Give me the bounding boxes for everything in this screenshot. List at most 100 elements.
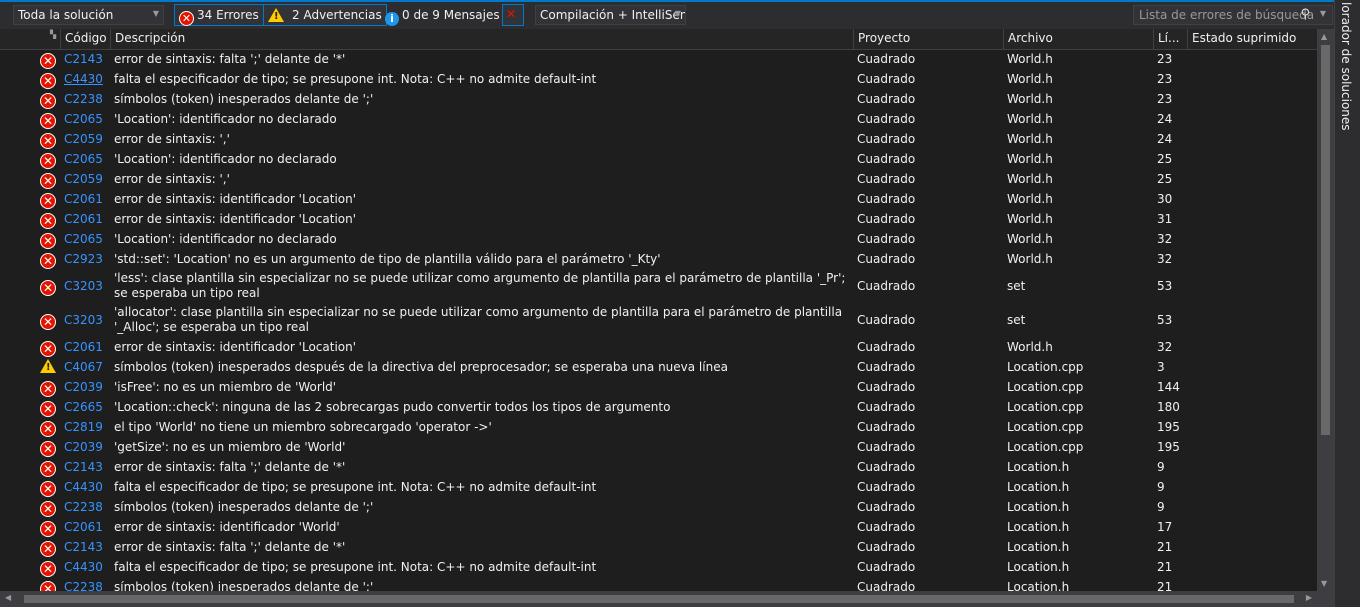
code-cell-text[interactable]: C2039 xyxy=(64,440,103,454)
horizontal-scroll-thumb[interactable] xyxy=(24,595,1294,603)
code-cell[interactable]: C2065 xyxy=(60,149,110,169)
errors-filter-button[interactable]: ✕ 34 Errores xyxy=(174,4,264,26)
table-row[interactable]: ✕ C3203 'less': clase plantilla sin especi… xyxy=(0,269,1317,303)
table-row[interactable]: ✕ C2143 error de sintaxis: falta ';' delan… xyxy=(0,457,1317,477)
code-cell[interactable]: C3203 xyxy=(60,269,110,303)
code-cell-text[interactable]: C2238 xyxy=(64,580,103,591)
table-row[interactable]: ✕ C2059 error de sintaxis: ',' Cuadrado Worl… xyxy=(0,169,1317,189)
warnings-filter-button[interactable]: 2 Advertencias xyxy=(263,4,387,26)
code-cell[interactable]: C2665 xyxy=(60,397,110,417)
code-cell-text[interactable]: C4430 xyxy=(64,72,103,86)
table-row[interactable]: ✕ C2039 'isFree': no es un miembro de 'Wor… xyxy=(0,377,1317,397)
solution-explorer-tab[interactable]: lorador de soluciones xyxy=(1334,0,1360,607)
code-cell-text[interactable]: C2238 xyxy=(64,500,103,514)
code-cell-text[interactable]: C2065 xyxy=(64,112,103,126)
code-cell[interactable]: C4067 xyxy=(60,357,110,377)
code-cell[interactable]: C2238 xyxy=(60,577,110,591)
code-cell[interactable]: C2039 xyxy=(60,377,110,397)
vertical-scroll-thumb[interactable] xyxy=(1321,45,1330,435)
code-cell-text[interactable]: C4067 xyxy=(64,360,103,374)
code-cell[interactable]: C4430 xyxy=(60,477,110,497)
scope-dropdown[interactable]: Toda la solución ▼ xyxy=(13,5,164,25)
code-cell-text[interactable]: C2065 xyxy=(64,232,103,246)
code-cell-text[interactable]: C2065 xyxy=(64,152,103,166)
code-cell-text[interactable]: C2061 xyxy=(64,212,103,226)
code-cell-text[interactable]: C4430 xyxy=(64,560,103,574)
code-cell-text[interactable]: C2238 xyxy=(64,92,103,106)
code-cell[interactable]: C3203 xyxy=(60,303,110,337)
build-filter-dropdown[interactable]: Compilación + IntelliSen ▼ xyxy=(535,5,686,25)
table-row[interactable]: ✕ C4430 falta el especificador de tipo; se… xyxy=(0,557,1317,577)
code-cell-text[interactable]: C2061 xyxy=(64,192,103,206)
scroll-down-icon[interactable]: ▼ xyxy=(1321,579,1327,588)
code-cell-text[interactable]: C2819 xyxy=(64,420,103,434)
scroll-left-icon[interactable]: ◀ xyxy=(5,593,11,602)
column-header-type[interactable]: ▚ xyxy=(36,29,60,49)
code-cell-text[interactable]: C2059 xyxy=(64,132,103,146)
code-cell[interactable]: C2061 xyxy=(60,209,110,229)
table-row[interactable]: ✕ C2143 error de sintaxis: falta ';' delan… xyxy=(0,49,1317,69)
search-icon[interactable]: ⚲ xyxy=(1300,7,1310,22)
horizontal-scrollbar[interactable]: ◀ ▶ xyxy=(0,591,1317,607)
clear-filter-button[interactable]: ✕ xyxy=(502,4,524,26)
code-cell[interactable]: C2819 xyxy=(60,417,110,437)
code-cell[interactable]: C2923 xyxy=(60,249,110,269)
search-input[interactable]: Lista de errores de búsqueda ⚲ ▼ xyxy=(1133,5,1333,25)
vertical-scrollbar[interactable]: ▲ ▼ xyxy=(1317,29,1334,591)
table-row[interactable]: ✕ C2238 símbolos (token) inesperados delan… xyxy=(0,89,1317,109)
chevron-down-icon[interactable]: ▼ xyxy=(1320,9,1326,18)
code-cell-text[interactable]: C2061 xyxy=(64,340,103,354)
column-header-code[interactable]: Código xyxy=(60,29,110,49)
table-row[interactable]: ✕ C2065 'Location': identificador no decla… xyxy=(0,149,1317,169)
table-row[interactable]: ✕ C4430 falta el especificador de tipo; se… xyxy=(0,69,1317,89)
table-row[interactable]: ✕ C2819 el tipo 'World' no tiene un miembr… xyxy=(0,417,1317,437)
table-row[interactable]: ✕ C2061 error de sintaxis: identificador '… xyxy=(0,517,1317,537)
table-row[interactable]: ✕ C2061 error de sintaxis: identificador '… xyxy=(0,337,1317,357)
code-cell[interactable]: C2143 xyxy=(60,457,110,477)
code-cell-text[interactable]: C3203 xyxy=(64,313,103,327)
scroll-up-icon[interactable]: ▲ xyxy=(1321,32,1327,41)
code-cell-text[interactable]: C2143 xyxy=(64,540,103,554)
code-cell-text[interactable]: C2059 xyxy=(64,172,103,186)
code-cell-text[interactable]: C4430 xyxy=(64,480,103,494)
code-cell[interactable]: C4430 xyxy=(60,69,110,89)
code-cell[interactable]: C2143 xyxy=(60,49,110,69)
code-cell-text[interactable]: C2923 xyxy=(64,252,103,266)
scroll-right-icon[interactable]: ▶ xyxy=(1306,593,1312,602)
code-cell[interactable]: C4430 xyxy=(60,557,110,577)
code-cell-text[interactable]: C2665 xyxy=(64,400,103,414)
code-cell[interactable]: C2065 xyxy=(60,109,110,129)
code-cell-text[interactable]: C3203 xyxy=(64,279,103,293)
code-cell[interactable]: C2061 xyxy=(60,337,110,357)
code-cell-text[interactable]: C2143 xyxy=(64,460,103,474)
table-row[interactable]: ✕ C2238 símbolos (token) inesperados delan… xyxy=(0,577,1317,591)
column-header-line[interactable]: Lí... xyxy=(1153,29,1187,49)
table-row[interactable]: ✕ C2059 error de sintaxis: ',' Cuadrado Worl… xyxy=(0,129,1317,149)
code-cell[interactable]: C2061 xyxy=(60,189,110,209)
column-header-suppressed[interactable]: Estado suprimido xyxy=(1187,29,1317,49)
table-row[interactable]: ✕ C2238 símbolos (token) inesperados delan… xyxy=(0,497,1317,517)
column-header-file[interactable]: Archivo xyxy=(1003,29,1153,49)
table-row[interactable]: ✕ C2065 'Location': identificador no decla… xyxy=(0,229,1317,249)
table-row[interactable]: ✕ C4430 falta el especificador de tipo; se… xyxy=(0,477,1317,497)
column-header-description[interactable]: Descripción xyxy=(110,29,853,49)
table-row[interactable]: ✕ C2665 'Location::check': ninguna de las … xyxy=(0,397,1317,417)
table-row[interactable]: ✕ C2065 'Location': identificador no decla… xyxy=(0,109,1317,129)
table-row[interactable]: ✕ C2039 'getSize': no es un miembro de 'Wo… xyxy=(0,437,1317,457)
code-cell[interactable]: C2238 xyxy=(60,89,110,109)
code-cell[interactable]: C2059 xyxy=(60,129,110,149)
code-cell[interactable]: C2061 xyxy=(60,517,110,537)
code-cell[interactable]: C2065 xyxy=(60,229,110,249)
table-row[interactable]: ✕ C2061 error de sintaxis: identificador '… xyxy=(0,209,1317,229)
column-header-project[interactable]: Proyecto xyxy=(853,29,1003,49)
table-row[interactable]: ✕ C3203 'allocator': clase plantilla sin e… xyxy=(0,303,1317,337)
code-cell[interactable]: C2039 xyxy=(60,437,110,457)
code-cell-text[interactable]: C2061 xyxy=(64,520,103,534)
messages-filter-button[interactable]: i0 de 9 Mensajes xyxy=(380,4,505,26)
table-row[interactable]: ✕ C2923 'std::set': 'Location' no es un ar… xyxy=(0,249,1317,269)
code-cell[interactable]: C2238 xyxy=(60,497,110,517)
code-cell-text[interactable]: C2039 xyxy=(64,380,103,394)
table-row[interactable]: ✕ C2143 error de sintaxis: falta ';' delan… xyxy=(0,537,1317,557)
code-cell-text[interactable]: C2143 xyxy=(64,52,103,66)
table-row[interactable]: C4067 símbolos (token) inesperados despué… xyxy=(0,357,1317,377)
